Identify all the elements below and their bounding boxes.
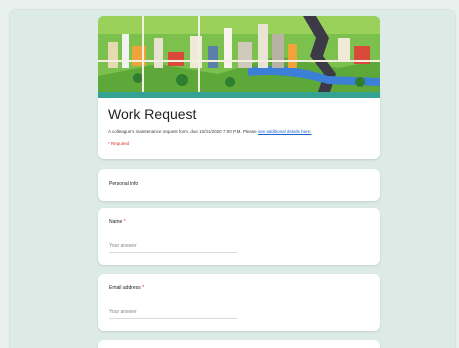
email-input[interactable]: [109, 306, 237, 319]
form-description: A colleague's maintenance request form, …: [108, 129, 311, 134]
details-link[interactable]: see additional details here.: [258, 129, 312, 134]
question-label-text: Name: [109, 219, 123, 225]
question-card-email: Email address *: [98, 274, 380, 331]
question-card-name: Name *: [98, 208, 380, 265]
header-banner-image: [98, 16, 380, 92]
question-label-name: Name *: [109, 219, 126, 225]
question-label-text: Email address: [109, 285, 141, 291]
name-input[interactable]: [109, 240, 237, 253]
required-note: * Required: [108, 141, 130, 146]
form-description-text: A colleague's maintenance request form, …: [108, 129, 258, 134]
form-header-card: Work Request A colleague's maintenance r…: [98, 92, 380, 159]
section-title: Personal info: [109, 181, 139, 187]
form-title: Work Request: [108, 106, 197, 122]
section-header-card: Personal info: [98, 169, 380, 201]
next-question-card: [98, 340, 380, 348]
required-asterisk: *: [123, 219, 126, 225]
question-label-email: Email address *: [109, 285, 144, 291]
city-illustration: [98, 16, 380, 92]
required-asterisk: *: [142, 285, 145, 291]
